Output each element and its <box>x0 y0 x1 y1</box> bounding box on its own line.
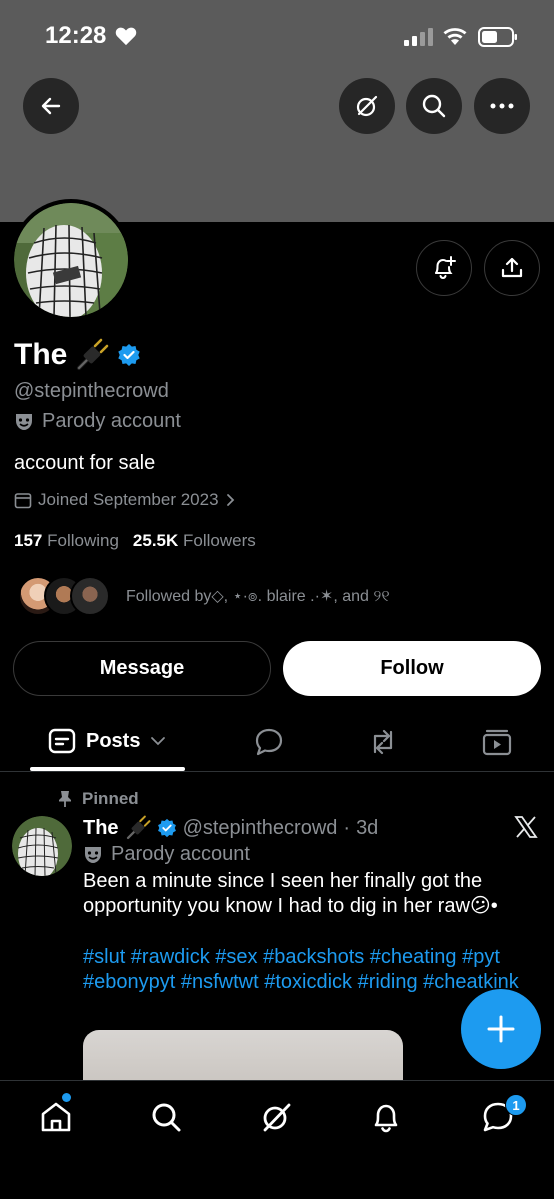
search-icon <box>422 94 446 118</box>
more-horizontal-icon <box>490 103 514 109</box>
profile-handle: @stepinthecrowd <box>14 380 169 402</box>
followers-count-link[interactable]: 25.5K Followers <box>133 531 256 551</box>
followed-by-text: Followed by◇, ⋆·๏. blaire .·✶, and ୨୧ <box>126 587 390 605</box>
followed-by[interactable]: Followed by◇, ⋆·๏. blaire .·✶, and ୨୧ <box>18 574 390 618</box>
tabs-divider <box>0 771 554 772</box>
tab-replies[interactable] <box>253 726 285 758</box>
post-header: The @stepinthecrowd · 3d <box>83 815 378 841</box>
compose-button[interactable] <box>461 989 541 1069</box>
follower-avatar <box>70 576 110 616</box>
followers-label: Followers <box>183 531 256 550</box>
nav-grok-icon[interactable] <box>258 1099 294 1135</box>
post-author-avatar[interactable] <box>12 816 72 876</box>
x-logo-icon[interactable] <box>514 815 538 839</box>
follow-counts: 157 Following 25.5K Followers <box>14 531 256 551</box>
joined-date-text: Joined September 2023 <box>38 490 219 509</box>
search-button[interactable] <box>406 78 462 134</box>
arrow-left-icon <box>41 97 61 115</box>
posts-icon <box>48 728 76 754</box>
joined-date[interactable]: Joined September 2023 <box>14 490 235 510</box>
bottom-nav: 1 <box>0 1080 554 1199</box>
battery-icon <box>478 27 517 47</box>
pinned-label-text: Pinned <box>82 789 139 808</box>
nav-notifications-icon[interactable] <box>368 1099 404 1135</box>
plug-emoji-icon <box>77 338 109 370</box>
verified-badge-icon <box>118 344 141 366</box>
share-button[interactable] <box>484 240 540 296</box>
grok-icon <box>356 95 378 117</box>
cellular-signal-icon <box>404 28 433 46</box>
chevron-down-icon <box>151 737 166 746</box>
theater-mask-icon <box>16 413 32 430</box>
message-button[interactable]: Message <box>13 641 271 696</box>
tab-posts-label: Posts <box>86 729 141 752</box>
back-button[interactable] <box>23 78 79 134</box>
profile-name-text: The <box>14 338 68 371</box>
status-time: 12:28 <box>45 22 107 49</box>
tab-reposts[interactable] <box>367 726 399 758</box>
profile-name: The <box>14 338 141 372</box>
following-count: 157 <box>14 531 43 550</box>
verified-badge-icon <box>157 818 176 838</box>
post-meta-separator: · <box>343 816 351 839</box>
followers-count: 25.5K <box>132 531 179 550</box>
grok-button[interactable] <box>339 78 395 134</box>
tab-posts[interactable]: Posts <box>30 712 185 770</box>
bell-plus-icon <box>435 256 456 280</box>
post-author-handle[interactable]: @stepinthecrowd <box>183 817 338 840</box>
status-bar: 12:28 <box>0 0 554 70</box>
home-notification-dot <box>62 1093 71 1102</box>
messages-badge: 1 <box>505 1094 527 1116</box>
nav-search-icon[interactable] <box>148 1099 184 1135</box>
wifi-icon <box>443 28 467 45</box>
parody-label-text: Parody account <box>42 410 181 432</box>
share-icon <box>501 257 523 278</box>
nav-home-icon[interactable] <box>38 1099 74 1135</box>
plug-emoji-icon <box>126 815 151 840</box>
profile-avatar[interactable] <box>10 199 132 321</box>
post-author-name[interactable]: The <box>83 817 119 840</box>
theater-mask-icon <box>85 846 101 863</box>
post-parody-text: Parody account <box>111 843 250 865</box>
post-timestamp[interactable]: 3d <box>356 817 378 840</box>
parody-label: Parody account <box>14 410 181 433</box>
more-button[interactable] <box>474 78 530 134</box>
post-body: Been a minute since I seen her finally g… <box>83 870 498 917</box>
pin-icon <box>59 791 71 807</box>
heart-icon <box>115 27 137 46</box>
avatar-image <box>14 203 128 317</box>
calendar-icon <box>14 493 32 509</box>
profile-bio: account for sale <box>14 452 156 474</box>
tab-media[interactable] <box>481 726 513 758</box>
following-count-link[interactable]: 157 Following <box>14 531 119 551</box>
chevron-right-icon <box>226 494 234 506</box>
post-parody-label: Parody account <box>83 843 250 866</box>
notify-button[interactable] <box>416 240 472 296</box>
pinned-label: Pinned <box>58 789 139 809</box>
plus-icon <box>487 1015 515 1043</box>
follow-button[interactable]: Follow <box>283 641 541 696</box>
post-hashtags[interactable]: #slut #rawdick #sex #backshots #cheating… <box>83 945 543 995</box>
following-label: Following <box>47 531 119 550</box>
profile-tabs: Posts <box>0 712 554 772</box>
